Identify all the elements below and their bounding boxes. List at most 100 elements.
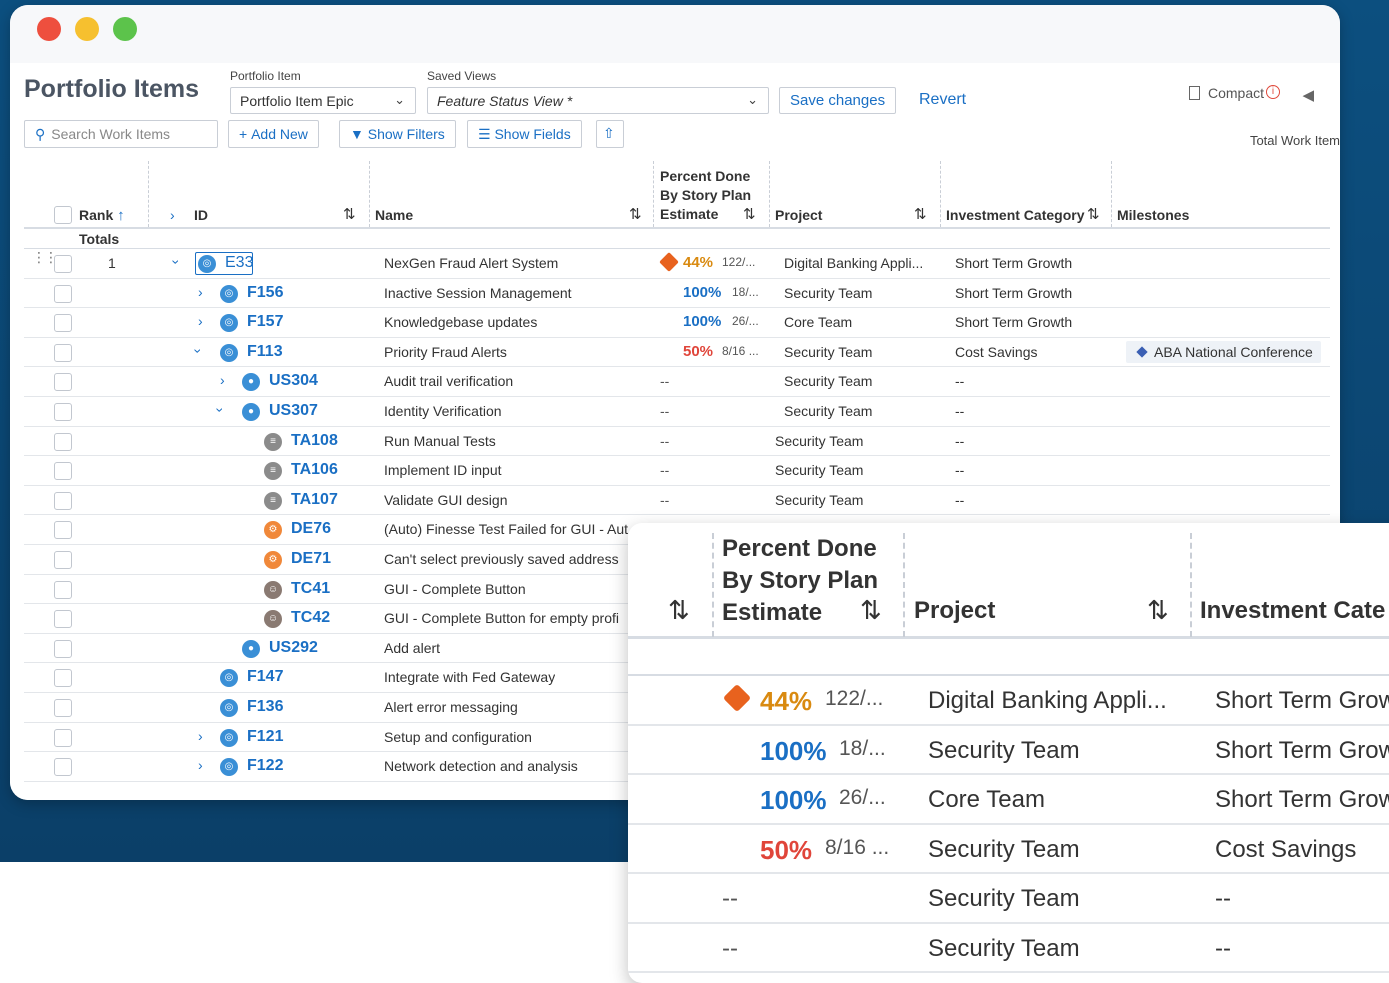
row-checkbox[interactable] — [54, 403, 72, 421]
row-checkbox[interactable] — [54, 580, 72, 599]
story-icon: ● — [242, 639, 260, 658]
row-checkbox[interactable] — [54, 462, 72, 481]
id-link[interactable]: F156 — [247, 284, 283, 302]
id-link[interactable]: DE71 — [291, 550, 331, 568]
table-row[interactable]: › ◎ F157 Knowledgebase updates 100% 26/... Cor… — [24, 308, 1330, 338]
show-fields-button[interactable]: ☰ Show Fields — [467, 120, 582, 148]
row-checkbox[interactable] — [54, 639, 72, 658]
close-window-button[interactable] — [37, 17, 61, 41]
expand-chevron-icon[interactable]: › — [198, 313, 203, 329]
zoom-estimate-cell: 26/... — [839, 786, 886, 809]
column-milestones[interactable]: Milestones — [1117, 207, 1189, 223]
row-checkbox[interactable] — [54, 314, 72, 333]
column-divider — [1111, 161, 1112, 227]
row-checkbox[interactable] — [54, 521, 72, 540]
row-checkbox[interactable] — [54, 284, 72, 303]
zoom-investment-cell: Short Term Grow — [1215, 786, 1389, 813]
id-link[interactable]: TA108 — [291, 432, 338, 450]
sort-icon[interactable]: ⇅ — [743, 205, 756, 223]
maximize-window-button[interactable] — [113, 17, 137, 41]
row-checkbox[interactable] — [54, 699, 72, 717]
sort-icon[interactable]: ⇅ — [668, 595, 690, 626]
story-icon: ● — [242, 403, 260, 421]
name-cell: Add alert — [384, 639, 441, 656]
row-checkbox[interactable] — [54, 373, 72, 392]
row-checkbox[interactable] — [54, 669, 72, 688]
table-row[interactable]: ≡ TA107 Validate GUI design -- Security Team… — [24, 486, 1330, 516]
id-link[interactable]: TA107 — [291, 491, 338, 509]
sort-icon[interactable]: ⇅ — [914, 205, 927, 223]
add-new-button[interactable]: + Add New — [228, 120, 319, 148]
test-icon: ☺ — [264, 610, 282, 629]
zoom-column-percent-done[interactable]: Percent Done By Story Plan Estimate — [722, 533, 878, 629]
save-changes-button[interactable]: Save changes — [779, 87, 897, 114]
saved-views-select[interactable]: Feature Status View * ⌄ — [427, 87, 769, 114]
row-checkbox[interactable] — [54, 255, 72, 273]
id-link[interactable]: F113 — [247, 343, 283, 361]
table-row[interactable]: › ● US304 Audit trail verification -- Securit… — [24, 367, 1330, 397]
row-checkbox[interactable] — [54, 491, 72, 510]
milestone-badge[interactable]: ABA National Conference — [1126, 340, 1321, 363]
percent-header-line2: By Story Plan — [660, 187, 752, 203]
expand-chevron-icon[interactable]: › — [198, 728, 203, 744]
id-link[interactable]: F147 — [247, 668, 283, 686]
id-link[interactable]: E33 — [225, 254, 253, 272]
zoom-investment-cell: -- — [1215, 934, 1231, 962]
minimize-window-button[interactable] — [75, 17, 99, 41]
table-row[interactable]: ⋮⋮ 1 › ◎ E33 NexGen Fraud Alert System 44% 122/… — [24, 249, 1330, 279]
expand-chevron-icon[interactable]: › — [220, 372, 225, 388]
id-link[interactable]: TC42 — [291, 609, 330, 627]
portfolio-item-select[interactable]: Portfolio Item Epic ⌄ — [230, 87, 416, 114]
row-checkbox[interactable] — [54, 432, 72, 451]
id-link[interactable]: DE76 — [291, 520, 331, 538]
zoom-investment-cell: -- — [1215, 885, 1231, 912]
drag-handle-icon[interactable]: ⋮⋮ — [32, 250, 58, 264]
show-filters-button[interactable]: ▼ Show Filters — [339, 120, 456, 148]
row-checkbox[interactable] — [54, 610, 72, 629]
zoom-column-project[interactable]: Project — [914, 597, 995, 625]
collapse-chevron-icon[interactable]: › — [212, 408, 228, 413]
id-link[interactable]: TC41 — [291, 580, 330, 598]
table-row[interactable]: › ◎ F156 Inactive Session Management 100% 18/… — [24, 279, 1330, 309]
expand-chevron-icon[interactable]: › — [198, 284, 203, 300]
sort-icon[interactable]: ⇅ — [1087, 205, 1100, 223]
id-link[interactable]: US292 — [269, 639, 318, 657]
id-link[interactable]: F136 — [247, 698, 283, 716]
collapse-chevron-icon[interactable]: › — [190, 348, 206, 353]
compact-toggle[interactable]: Compact i — [1188, 85, 1280, 101]
select-all-checkbox[interactable] — [54, 206, 72, 224]
expand-all-chevron[interactable]: › — [170, 207, 175, 223]
sort-icon[interactable]: ⇅ — [343, 205, 356, 223]
id-link[interactable]: US307 — [269, 402, 318, 420]
zoom-column-investment[interactable]: Investment Cate — [1200, 597, 1385, 625]
sort-icon[interactable]: ⇅ — [860, 595, 882, 626]
export-button[interactable]: ⇧ — [596, 120, 624, 148]
row-checkbox[interactable] — [54, 728, 72, 747]
column-percent-done[interactable]: Percent Done By Story Plan Estimate — [660, 167, 751, 224]
row-checkbox[interactable] — [54, 551, 72, 569]
megaphone-icon[interactable]: ◀ — [1302, 86, 1314, 104]
row-checkbox[interactable] — [54, 343, 72, 362]
column-investment[interactable]: Investment Category — [946, 207, 1090, 223]
revert-button[interactable]: Revert — [919, 91, 966, 109]
sort-icon[interactable]: ⇅ — [629, 205, 642, 223]
search-input[interactable]: ⚲ Search Work Items — [24, 120, 218, 148]
expand-chevron-icon[interactable]: › — [198, 757, 203, 773]
id-link[interactable]: TA106 — [291, 461, 338, 479]
id-link[interactable]: F121 — [247, 728, 283, 746]
table-row[interactable]: › ◎ F113 Priority Fraud Alerts 50% 8/16 ... Se… — [24, 338, 1330, 368]
collapse-chevron-icon[interactable]: › — [168, 260, 184, 265]
sort-icon[interactable]: ⇅ — [1147, 595, 1169, 626]
table-row[interactable]: ≡ TA108 Run Manual Tests -- Security Team -- — [24, 427, 1330, 457]
id-link[interactable]: US304 — [269, 372, 318, 390]
table-row[interactable]: ≡ TA106 Implement ID input -- Security Team -… — [24, 456, 1330, 486]
column-id[interactable]: ID — [194, 207, 208, 223]
id-link[interactable]: F122 — [247, 757, 283, 775]
column-rank[interactable]: Rank ↑ — [79, 207, 125, 224]
column-name[interactable]: Name — [375, 207, 413, 223]
table-row[interactable]: › ● US307 Identity Verification -- Security T… — [24, 397, 1330, 427]
search-icon: ⚲ — [35, 126, 46, 142]
column-project[interactable]: Project — [775, 207, 822, 223]
id-link[interactable]: F157 — [247, 313, 283, 331]
row-checkbox[interactable] — [54, 758, 72, 777]
